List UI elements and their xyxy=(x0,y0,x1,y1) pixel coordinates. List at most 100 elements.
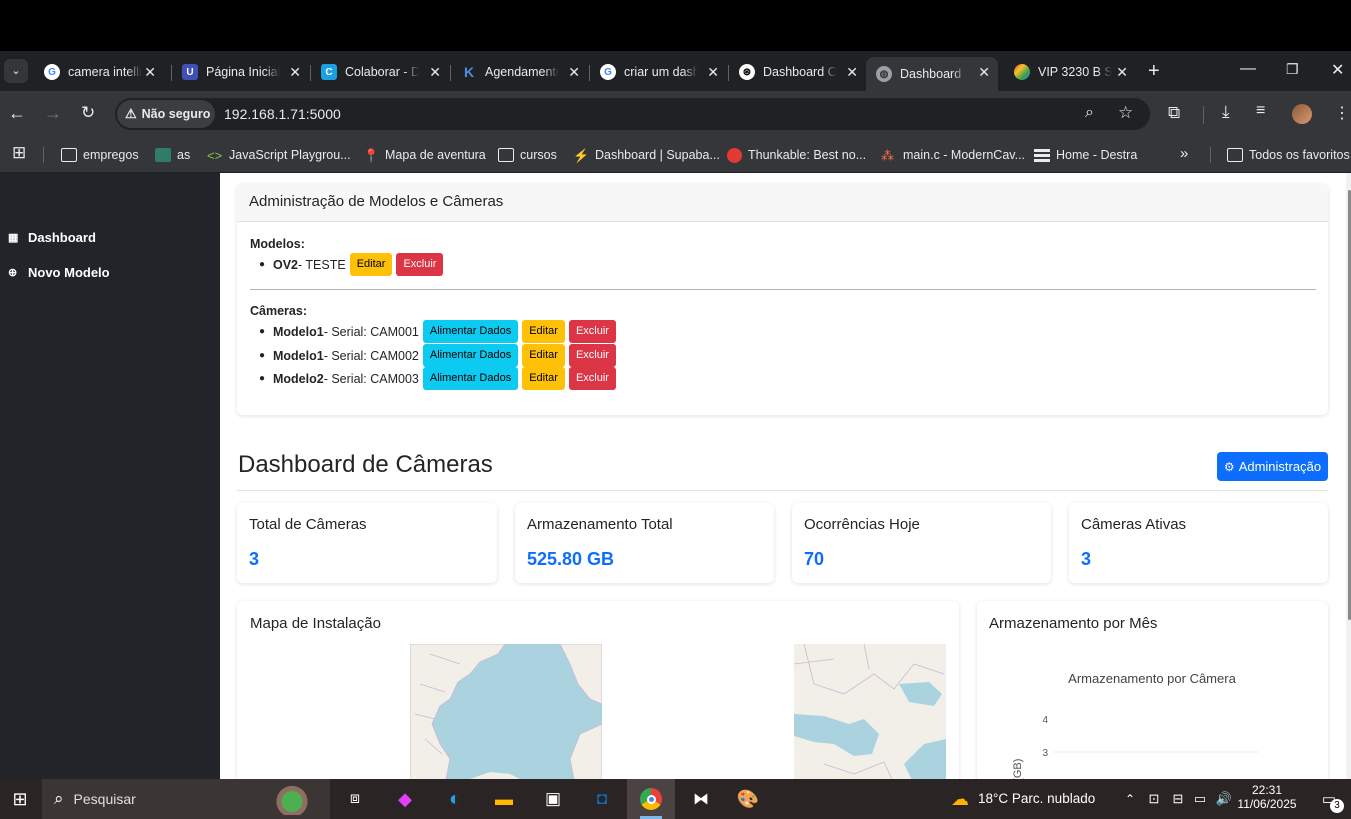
delete-button[interactable]: Excluir xyxy=(568,367,616,390)
colorful-logo-icon xyxy=(1014,64,1030,80)
bookmark-mapa[interactable]: 📍 Mapa de aventura xyxy=(363,143,486,167)
media-icon[interactable]: ≡ xyxy=(1256,102,1265,120)
feed-data-button[interactable]: Alimentar Dados xyxy=(422,344,519,367)
apps-grid-icon[interactable]: ⊞ xyxy=(12,143,26,163)
file-explorer-icon[interactable]: ▬ xyxy=(489,779,519,819)
thunkable-icon xyxy=(727,147,742,163)
chevron-up-icon[interactable]: ⌃ xyxy=(1120,779,1140,819)
task-view-icon[interactable]: ⧈ xyxy=(340,779,370,819)
clock[interactable]: 22:31 11/06/2025 xyxy=(1237,783,1296,811)
paint-icon[interactable]: 🎨 xyxy=(733,779,763,819)
volume-icon[interactable]: 🔊 xyxy=(1214,779,1234,819)
chrome-icon[interactable] xyxy=(627,779,675,819)
weather-icon: ☁ xyxy=(951,788,969,809)
google-icon: G xyxy=(44,64,60,80)
tab-2[interactable]: C Colaborar - Do ✕ xyxy=(311,57,449,87)
clock-date: 11/06/2025 xyxy=(1237,797,1297,811)
tab-3[interactable]: K Agendamento ✕ xyxy=(451,57,588,87)
tab-title: Dashboard de xyxy=(900,67,966,81)
bookmark-destra[interactable]: Home - Destra xyxy=(1034,143,1137,167)
close-icon[interactable]: ✕ xyxy=(846,64,858,81)
cameras-label: Câmeras: xyxy=(250,304,307,318)
new-tab-icon[interactable]: + xyxy=(1148,60,1160,83)
feed-data-button[interactable]: Alimentar Dados xyxy=(422,367,519,390)
more-bookmarks-icon[interactable]: » xyxy=(1180,145,1188,162)
edit-button[interactable]: Editar xyxy=(522,344,565,367)
star-icon[interactable]: ☆ xyxy=(1118,103,1133,123)
notification-badge: 3 xyxy=(1330,799,1344,813)
network-icon[interactable]: ▭ xyxy=(1190,779,1210,819)
close-icon[interactable]: ✕ xyxy=(1116,64,1128,81)
restore-icon[interactable]: ❐ xyxy=(1286,61,1299,78)
edge-icon[interactable]: ◐ xyxy=(440,779,470,819)
models-label: Modelos: xyxy=(250,237,305,251)
security-chip[interactable]: ⚠ Não seguro xyxy=(117,100,215,128)
tab-7[interactable]: VIP 3230 B SL ✕ xyxy=(1004,57,1136,87)
map-tile-atlantic[interactable] xyxy=(410,644,602,779)
stat-card-active-cameras: Câmeras Ativas 3 xyxy=(1069,503,1328,583)
bookmark-thunkable[interactable]: Thunkable: Best no... xyxy=(727,143,866,167)
zoom-icon[interactable]: ⌕ xyxy=(1085,104,1094,122)
camera-serial: - Serial: CAM002 xyxy=(323,348,419,363)
taskbar-search[interactable]: ⌕ Pesquisar xyxy=(42,779,330,819)
avatar[interactable] xyxy=(1292,104,1312,124)
tab-1[interactable]: U Página Inicial ✕ xyxy=(172,57,309,87)
meet-icon[interactable]: ⊡ xyxy=(1144,779,1164,819)
tab-0[interactable]: G camera intelli ✕ xyxy=(34,57,164,87)
bookmark-supabase[interactable]: ⚡ Dashboard | Supaba... xyxy=(573,143,720,167)
bookmark-cursos[interactable]: cursos xyxy=(498,143,557,167)
edit-button[interactable]: Editar xyxy=(349,253,393,276)
sidebar-item-label: Novo Modelo xyxy=(28,265,110,280)
admin-button[interactable]: ⚙ Administração xyxy=(1217,452,1328,481)
menu-icon[interactable]: ⋮ xyxy=(1334,103,1350,123)
url-text[interactable]: 192.168.1.71:5000 xyxy=(224,106,341,122)
delete-button[interactable]: Excluir xyxy=(568,344,616,367)
map-tile-europe[interactable] xyxy=(794,644,946,779)
weather-text[interactable]: 18°C Parc. nublado xyxy=(978,791,1095,806)
camera-model: Modelo1 xyxy=(273,348,324,363)
address-bar[interactable]: ⚠ Não seguro 192.168.1.71:5000 ⌕ ☆ xyxy=(115,98,1150,130)
back-icon[interactable]: ← xyxy=(8,103,26,124)
reload-icon[interactable]: ↻ xyxy=(81,103,95,123)
close-icon[interactable]: ✕ xyxy=(707,64,719,81)
tab-search-icon[interactable]: ⌄ xyxy=(4,59,28,83)
admin-button-label: Administração xyxy=(1238,459,1322,474)
bookmark-empregos[interactable]: empregos xyxy=(61,143,139,167)
model-desc: - TESTE xyxy=(298,257,346,272)
outlook-icon[interactable]: ◘ xyxy=(587,779,617,819)
feed-data-button[interactable]: Alimentar Dados xyxy=(422,320,519,343)
all-bookmarks[interactable]: Todos os favoritos xyxy=(1227,143,1350,167)
sidebar-item-dashboard[interactable]: ▦ Dashboard xyxy=(8,230,96,245)
close-icon[interactable]: ✕ xyxy=(144,64,156,81)
close-icon[interactable]: ✕ xyxy=(289,64,301,81)
download-icon[interactable]: ⤓ xyxy=(1222,102,1230,122)
code-icon: <> xyxy=(207,148,223,163)
windows-start-icon[interactable]: ⊞ xyxy=(0,779,40,819)
tab-6-active[interactable]: ◍ Dashboard de ✕ xyxy=(866,57,998,91)
camera-icon[interactable]: ⊟ xyxy=(1168,779,1188,819)
tab-5[interactable]: ⊛ Dashboard Cam ✕ xyxy=(729,57,866,87)
delete-button[interactable]: Excluir xyxy=(396,253,444,276)
tab-4[interactable]: G criar um dashb ✕ xyxy=(590,57,727,87)
store-icon[interactable]: ▣ xyxy=(538,779,568,819)
edit-button[interactable]: Editar xyxy=(522,367,565,390)
bookmark-js-playground[interactable]: <> JavaScript Playgrou... xyxy=(207,143,351,167)
capcut-icon[interactable]: ⧓ xyxy=(686,779,716,819)
forward-icon[interactable]: → xyxy=(44,103,62,124)
bookmark-label: Todos os favoritos xyxy=(1249,148,1350,162)
close-icon[interactable]: ✕ xyxy=(978,64,990,81)
bookmark-mainc[interactable]: ⁂ main.c - ModernCav... xyxy=(881,143,1025,167)
extensions-icon[interactable]: ⧉ xyxy=(1168,103,1180,123)
minimize-icon[interactable]: — xyxy=(1240,60,1256,78)
close-icon[interactable]: ✕ xyxy=(568,64,580,81)
edit-button[interactable]: Editar xyxy=(522,320,565,343)
admin-card-title: Administração de Modelos e Câmeras xyxy=(237,184,1328,222)
copilot-icon[interactable]: ◆ xyxy=(390,779,420,819)
taskbar: ⊞ ⌕ Pesquisar ⧈ ◆ ◐ ▬ ▣ ◘ ⧓ 🎨 ☁ 18°C Par… xyxy=(0,779,1351,819)
close-icon[interactable]: ✕ xyxy=(429,64,441,81)
window-close-icon[interactable]: ✕ xyxy=(1331,60,1344,80)
f-logo-icon xyxy=(155,148,171,162)
delete-button[interactable]: Excluir xyxy=(568,320,616,343)
sidebar-item-novo-modelo[interactable]: ⊕ Novo Modelo xyxy=(8,265,110,280)
bookmark-as[interactable]: as xyxy=(155,143,190,167)
